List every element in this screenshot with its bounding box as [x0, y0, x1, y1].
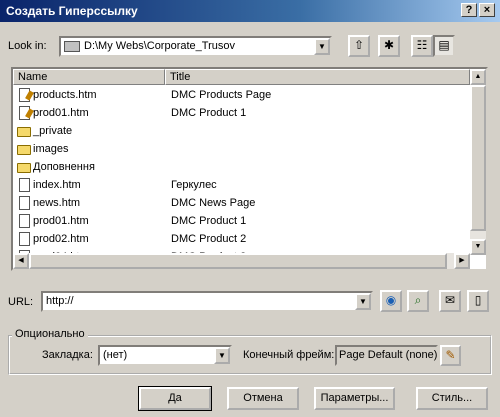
cancel-button[interactable]: Отмена	[227, 387, 299, 410]
details-view-icon: ▤	[438, 38, 450, 52]
file-title: DMC Product 1	[171, 215, 247, 227]
page-icon	[19, 178, 30, 192]
pencil-icon: ✎	[445, 348, 456, 362]
bookmark-label: Закладка:	[42, 349, 93, 361]
horizontal-scroll-thumb[interactable]	[29, 253, 447, 269]
horizontal-scrollbar[interactable]: ◀ ▶	[13, 253, 470, 269]
file-name: index.htm	[33, 179, 81, 191]
vertical-scrollbar[interactable]: ▲ ▼	[470, 69, 486, 255]
file-name: prod01.htm	[33, 215, 89, 227]
optional-legend: Опционально	[12, 328, 88, 340]
browse-file-button[interactable]: ⌕	[407, 290, 429, 312]
up-folder-icon: ⇧	[353, 38, 365, 52]
bookmark-value: (нет)	[103, 349, 128, 361]
file-name: prod01.htm	[33, 107, 89, 119]
new-folder-icon: ✱	[383, 38, 395, 52]
title-bar: Создать Гиперссылку ? ×	[0, 0, 500, 22]
list-item[interactable]: _private	[15, 122, 465, 140]
close-button[interactable]: ×	[479, 3, 495, 17]
list-item[interactable]: images	[15, 140, 465, 158]
list-item[interactable]: index.htm Геркулес	[15, 176, 465, 194]
target-frame-label: Конечный фрейм:	[243, 349, 335, 361]
page-icon	[19, 196, 30, 210]
scroll-up-button[interactable]: ▲	[470, 69, 486, 85]
scroll-down-button[interactable]: ▼	[470, 239, 486, 255]
target-frame-button[interactable]: ✎	[440, 345, 461, 366]
up-folder-button[interactable]: ⇧	[348, 35, 370, 57]
bookmark-combo[interactable]: (нет) ▼	[98, 345, 232, 366]
url-combo[interactable]: http:// ▼	[41, 291, 373, 312]
column-header-title[interactable]: Title	[165, 69, 470, 85]
details-view-button[interactable]: ▤	[433, 35, 455, 57]
file-name: _private	[33, 125, 73, 137]
folder-icon	[17, 127, 31, 137]
look-in-value: D:\My Webs\Corporate_Trusov	[84, 40, 235, 52]
file-title: DMC News Page	[171, 197, 256, 209]
look-in-label: Look in:	[8, 40, 47, 52]
scroll-left-button[interactable]: ◀	[13, 253, 29, 269]
file-name: Доповнення	[33, 161, 95, 173]
file-list[interactable]: Name Title products.htm DMC Products Pag…	[11, 67, 488, 271]
file-title: DMC Products Page	[171, 89, 272, 101]
url-input[interactable]: http://	[46, 295, 74, 307]
browse-web-button[interactable]: ◉	[380, 290, 402, 312]
help-button[interactable]: ?	[461, 3, 477, 17]
list-item[interactable]: prod01.htm DMC Product 1	[15, 104, 465, 122]
chevron-down-icon[interactable]: ▼	[355, 293, 371, 310]
edited-page-icon	[19, 88, 34, 102]
file-name: products.htm	[33, 89, 97, 101]
list-view-icon: ☷	[416, 38, 428, 52]
list-view-button[interactable]: ☷	[411, 35, 433, 57]
column-header-name[interactable]: Name	[13, 69, 165, 85]
folder-icon	[17, 145, 31, 155]
look-in-combo[interactable]: D:\My Webs\Corporate_Trusov ▼	[59, 36, 332, 57]
new-folder-button[interactable]: ✱	[378, 35, 400, 57]
file-name: images	[33, 143, 69, 155]
parameters-button[interactable]: Параметры...	[314, 387, 395, 410]
drive-icon	[64, 41, 80, 52]
new-page-button[interactable]: ▯	[467, 290, 489, 312]
envelope-icon: ✉	[444, 293, 456, 307]
list-item[interactable]: news.htm DMC News Page	[15, 194, 465, 212]
target-frame-value: Page Default (none)	[335, 345, 438, 366]
url-label: URL:	[8, 296, 34, 308]
file-name: prod02.htm	[33, 233, 89, 245]
window-title: Создать Гиперссылку	[6, 4, 138, 18]
folder-icon	[17, 163, 31, 173]
search-file-icon: ⌕	[414, 293, 422, 307]
page-icon	[19, 232, 30, 246]
chevron-down-icon[interactable]: ▼	[314, 38, 330, 55]
file-title: DMC Product 1	[171, 107, 247, 119]
chevron-down-icon[interactable]: ▼	[214, 347, 230, 364]
file-name: news.htm	[33, 197, 81, 209]
list-item[interactable]: prod02.htm DMC Product 2	[15, 230, 465, 248]
edited-page-icon	[19, 106, 34, 120]
vertical-scroll-thumb[interactable]	[470, 85, 486, 231]
new-page-icon: ▯	[474, 293, 482, 307]
ok-button[interactable]: Да	[138, 386, 212, 411]
list-item[interactable]: Доповнення	[15, 158, 465, 176]
style-button[interactable]: Стиль...	[416, 387, 488, 410]
email-link-button[interactable]: ✉	[439, 290, 461, 312]
list-item[interactable]: prod01.htm DMC Product 1	[15, 212, 465, 230]
scroll-right-button[interactable]: ▶	[454, 253, 470, 269]
file-title: DMC Product 2	[171, 233, 247, 245]
list-item[interactable]: products.htm DMC Products Page	[15, 86, 465, 104]
globe-icon: ◉	[385, 293, 397, 307]
page-icon	[19, 214, 30, 228]
file-title: Геркулес	[171, 179, 217, 191]
